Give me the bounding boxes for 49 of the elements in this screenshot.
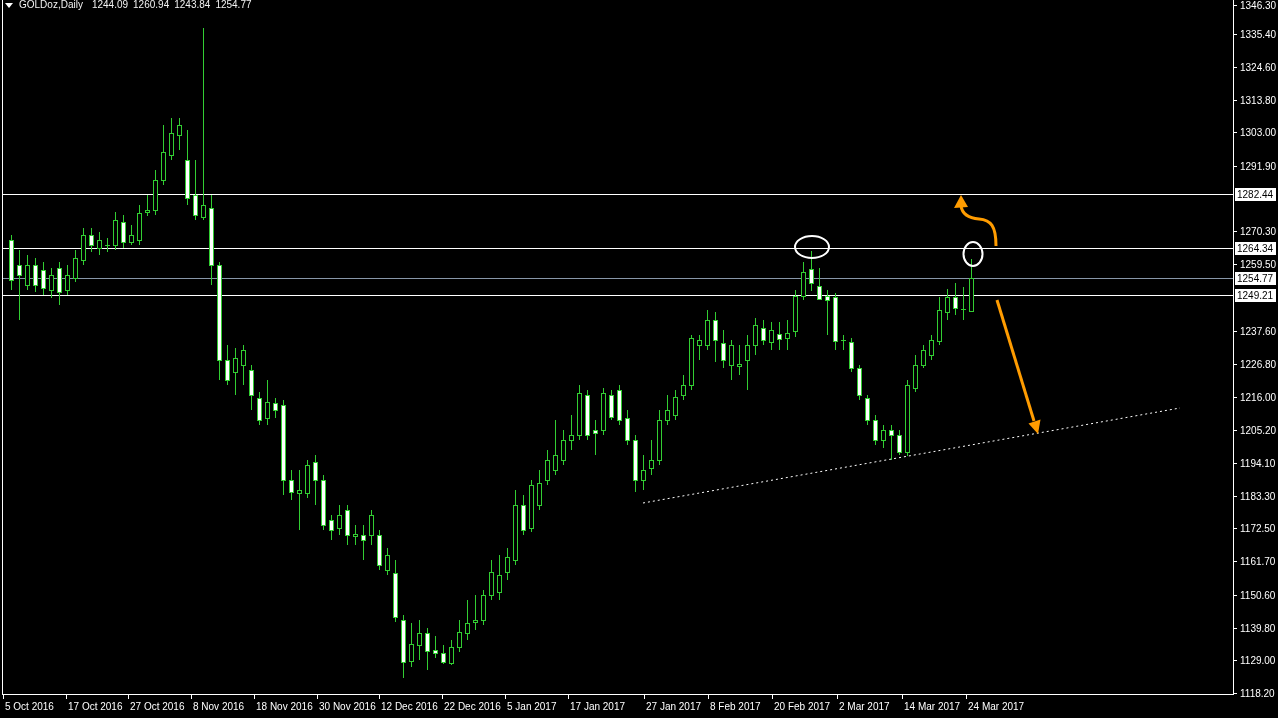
date-axis-label: 5 Oct 2016 bbox=[5, 701, 54, 712]
price-level-label: 1282.44 bbox=[1235, 188, 1276, 201]
price-axis-label: 1259.50 bbox=[1240, 259, 1277, 270]
date-axis-label: 14 Mar 2017 bbox=[904, 701, 961, 712]
date-axis-label: 27 Oct 2016 bbox=[130, 701, 185, 712]
price-axis-label: 1291.90 bbox=[1240, 161, 1277, 172]
price-axis-label: 1335.40 bbox=[1240, 29, 1277, 40]
price-axis-label: 1216.00 bbox=[1240, 392, 1277, 403]
date-axis-label: 22 Dec 2016 bbox=[444, 701, 501, 712]
ohlc-value: 1254.77 bbox=[215, 0, 252, 10]
date-axis-label: 5 Jan 2017 bbox=[507, 701, 557, 712]
date-axis-label: 8 Nov 2016 bbox=[193, 701, 245, 712]
price-axis-label: 1205.20 bbox=[1240, 425, 1277, 436]
price-axis-label: 1303.00 bbox=[1240, 127, 1277, 138]
date-axis-label: 17 Oct 2016 bbox=[68, 701, 123, 712]
price-axis-label: 1194.10 bbox=[1240, 458, 1276, 469]
price-axis-label: 1118.20 bbox=[1240, 688, 1275, 699]
date-axis-label: 8 Feb 2017 bbox=[710, 701, 761, 712]
date-axis-label: 18 Nov 2016 bbox=[256, 701, 313, 712]
curved-arrow bbox=[954, 195, 998, 247]
price-axis-label: 1129.00 bbox=[1240, 655, 1276, 666]
date-axis-label: 17 Jan 2017 bbox=[570, 701, 626, 712]
price-axis-label: 1346.30 bbox=[1240, 0, 1277, 11]
price-level-label: 1254.77 bbox=[1235, 272, 1276, 285]
price-axis-label: 1172.50 bbox=[1240, 523, 1276, 534]
date-axis-label: 30 Nov 2016 bbox=[319, 701, 376, 712]
price-axis-label: 1270.30 bbox=[1240, 226, 1277, 237]
price-level-label: 1264.34 bbox=[1235, 242, 1276, 255]
date-axis-label: 2 Mar 2017 bbox=[839, 701, 890, 712]
price-axis-label: 1161.70 bbox=[1240, 556, 1276, 567]
price-axis-label: 1324.60 bbox=[1240, 62, 1277, 73]
price-axis-label: 1139.80 bbox=[1240, 623, 1276, 634]
date-axis-label: 27 Jan 2017 bbox=[646, 701, 702, 712]
price-axis-label: 1237.60 bbox=[1240, 326, 1277, 337]
ohlc-value: 1260.94 bbox=[133, 0, 170, 10]
price-axis-label: 1183.30 bbox=[1240, 491, 1276, 502]
chart-symbol: GOLDoz,Daily bbox=[19, 0, 83, 10]
date-axis-label: 20 Feb 2017 bbox=[774, 701, 831, 712]
ohlc-value: 1243.84 bbox=[174, 0, 211, 10]
ellipse-marker bbox=[794, 235, 830, 259]
price-axis-label: 1226.80 bbox=[1240, 359, 1277, 370]
price-level-label: 1249.21 bbox=[1235, 289, 1276, 302]
price-axis-label: 1313.80 bbox=[1240, 95, 1277, 106]
ohlc-value: 1244.09 bbox=[91, 0, 129, 10]
ellipse-marker bbox=[962, 241, 984, 267]
date-axis-label: 12 Dec 2016 bbox=[381, 701, 438, 712]
price-axis-label: 1150.60 bbox=[1240, 590, 1276, 601]
triangle-down-icon[interactable] bbox=[5, 2, 13, 8]
date-axis-label: 24 Mar 2017 bbox=[968, 701, 1025, 712]
